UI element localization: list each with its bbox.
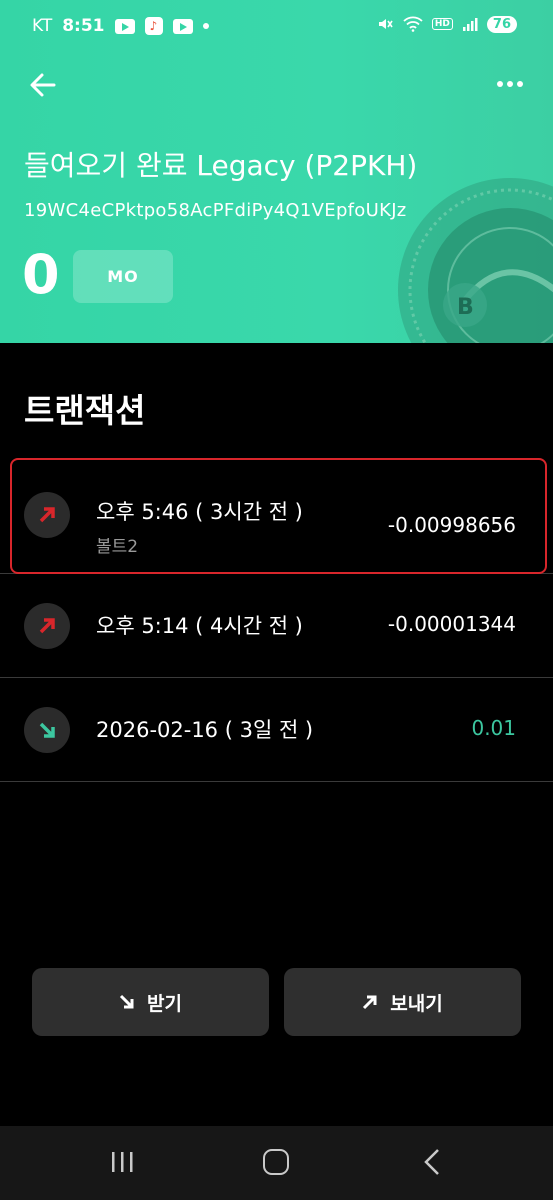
transactions-title: 트랜잭션 (24, 391, 146, 430)
transaction-time: 2026-02-16 ( 3일 전 ) (96, 718, 314, 742)
status-bar: KT 8:51 ♪ HD 76 (0, 0, 553, 56)
clock: 8:51 (62, 16, 105, 36)
wallet-address[interactable]: 19WC4eCPktpo58AcPFdiPy4Q1VEpfoUKJz (24, 200, 407, 221)
wallet-header: KT 8:51 ♪ HD 76 들여오기 완료 Legacy (P2PKH) 1… (0, 0, 553, 343)
send-arrow-icon (24, 603, 70, 649)
carrier-label: KT (32, 16, 53, 36)
transaction-time: 오후 5:46 ( 3시간 전 ) (96, 500, 303, 524)
send-label: 보내기 (390, 992, 443, 1015)
transaction-amount: -0.00998656 (387, 513, 516, 537)
svg-text:B: B (457, 295, 474, 320)
send-button[interactable]: 보내기 (284, 968, 521, 1036)
receive-arrow-icon (119, 994, 134, 1009)
wallet-balance: 0 (22, 243, 60, 306)
status-left: KT 8:51 ♪ (32, 16, 209, 36)
hd-voice-icon: HD (431, 18, 453, 30)
bitcoin-coin-icon: B (398, 178, 553, 343)
transaction-row[interactable]: 오후 5:14 ( 4시간 전 ) -0.00001344 (0, 574, 553, 678)
transaction-row[interactable]: 오후 5:46 ( 3시간 전 ) 볼트2 -0.00998656 (0, 456, 553, 574)
transaction-time: 오후 5:14 ( 4시간 전 ) (96, 614, 303, 638)
transaction-list: 오후 5:46 ( 3시간 전 ) 볼트2 -0.00998656 오후 5:1… (0, 456, 553, 782)
system-nav-bar (0, 1126, 553, 1200)
unit-toggle-button[interactable]: MO (73, 250, 173, 303)
tiktok-icon: ♪ (144, 17, 163, 35)
arrow-left-icon[interactable] (26, 68, 60, 102)
send-arrow-icon (363, 995, 377, 1010)
battery-level: 76 (486, 15, 517, 33)
status-right: HD 76 (376, 15, 517, 33)
transaction-row[interactable]: 2026-02-16 ( 3일 전 ) 0.01 (0, 678, 553, 782)
receive-button[interactable]: 받기 (32, 968, 269, 1036)
mute-icon (378, 19, 393, 29)
send-arrow-icon (24, 492, 70, 538)
back-nav-icon[interactable] (421, 1148, 443, 1176)
transaction-amount: -0.00001344 (387, 612, 516, 636)
receive-label: 받기 (147, 992, 182, 1015)
wallet-title: 들여오기 완료 Legacy (P2PKH) (24, 149, 418, 182)
transaction-amount: 0.01 (471, 716, 516, 740)
notification-dot-icon (202, 23, 209, 29)
receive-arrow-icon (24, 707, 70, 753)
recent-apps-icon[interactable] (109, 1151, 135, 1173)
home-icon[interactable] (263, 1149, 289, 1175)
signal-icon (462, 18, 478, 31)
youtube-icon-2 (172, 18, 193, 34)
wifi-icon (403, 16, 423, 32)
transaction-memo: 볼트2 (96, 537, 139, 557)
youtube-icon (114, 18, 135, 34)
more-dots-icon[interactable] (495, 74, 525, 94)
